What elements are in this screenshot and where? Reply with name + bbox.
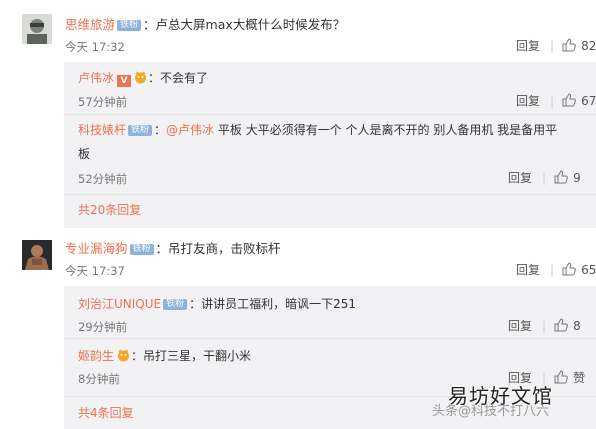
thumb-up-icon [554,318,568,332]
thumb-up-icon [562,262,576,276]
fan-badge: 铁粉 [117,20,142,31]
reply-time: 29分钟前 [78,320,128,334]
username[interactable]: 卢伟冰 [78,71,114,85]
brand-watermark: 易坊好文馆 [448,384,553,408]
comment-thread: 思维旅游 铁粉 ：卢总大屏max大概什么时候发布？ 今天 17:32 回复 | 82 卢… [0,0,596,230]
fan-level-icon [118,349,130,362]
comment-actions: 回复 | 65 [516,262,596,277]
like-count: 82 [581,39,596,53]
reply-button[interactable]: 回复 [508,171,532,185]
divider [64,194,596,195]
reply-box: 卢伟冰 V ：不会有了 57分钟前 回复 | 67 科技婊杆 铁粉 ：@卢伟冰 平板 大平必… [64,62,596,228]
thumb-up-icon [562,38,576,52]
username[interactable]: 思维旅游 [65,17,115,32]
comment-time: 今天 17:32 [65,40,125,54]
reply-button[interactable]: 回复 [516,39,540,53]
thumb-up-icon [562,93,576,107]
thumb-up-icon [554,370,568,384]
reply-time: 57分钟前 [78,95,128,109]
fan-badge: 铁粉 [128,125,153,136]
verified-v-icon: V [117,75,132,87]
username[interactable]: 专业漏海狗 [65,241,128,256]
username[interactable]: 姬韵生 [78,349,114,363]
reply-actions: 回复 | 9 [508,170,581,185]
reply-button[interactable]: 回复 [516,94,540,108]
like-count: 赞 [573,371,586,385]
mention-link[interactable]: @卢伟冰 [166,123,214,137]
fan-badge: 铁粉 [163,299,188,310]
reply-button[interactable]: 回复 [508,319,532,333]
comment-actions: 回复 | 82 [516,38,596,53]
comment-time: 今天 17:37 [65,264,125,278]
like-count: 8 [573,319,581,333]
reply-text-continued: 板 [78,147,91,161]
comment-text: 思维旅游 铁粉 ：卢总大屏max大概什么时候发布？ [65,17,346,32]
fan-level-icon [135,71,147,84]
reply-button[interactable]: 回复 [516,263,540,277]
divider [64,338,596,339]
like-count: 9 [573,171,581,185]
more-replies-link[interactable]: 共20条回复 [78,202,141,218]
like-button[interactable]: 赞 [554,370,586,385]
fan-badge: 铁粉 [129,244,154,255]
like-button[interactable]: 67 [562,93,596,108]
like-count: 65 [581,263,596,277]
reply-actions: 回复 | 67 [516,93,596,108]
like-button[interactable]: 65 [562,262,596,277]
like-button[interactable]: 8 [554,318,581,333]
reply-time: 52分钟前 [78,172,128,186]
more-replies-link[interactable]: 共4条回复 [78,405,134,421]
like-button[interactable]: 9 [554,170,581,185]
like-count: 67 [581,94,596,108]
reply-actions: 回复 | 8 [508,318,581,333]
like-button[interactable]: 82 [562,38,596,53]
avatar[interactable] [22,240,52,270]
divider [64,114,596,115]
comment-text: 专业漏海狗 铁粉 ：吊打友商，击败标杆 [65,241,281,256]
username[interactable]: 科技婊杆 [78,123,126,137]
username[interactable]: 刘治江UNIQUE [78,297,161,311]
thumb-up-icon [554,170,568,184]
reply-time: 8分钟前 [78,372,120,386]
avatar[interactable] [22,14,52,44]
